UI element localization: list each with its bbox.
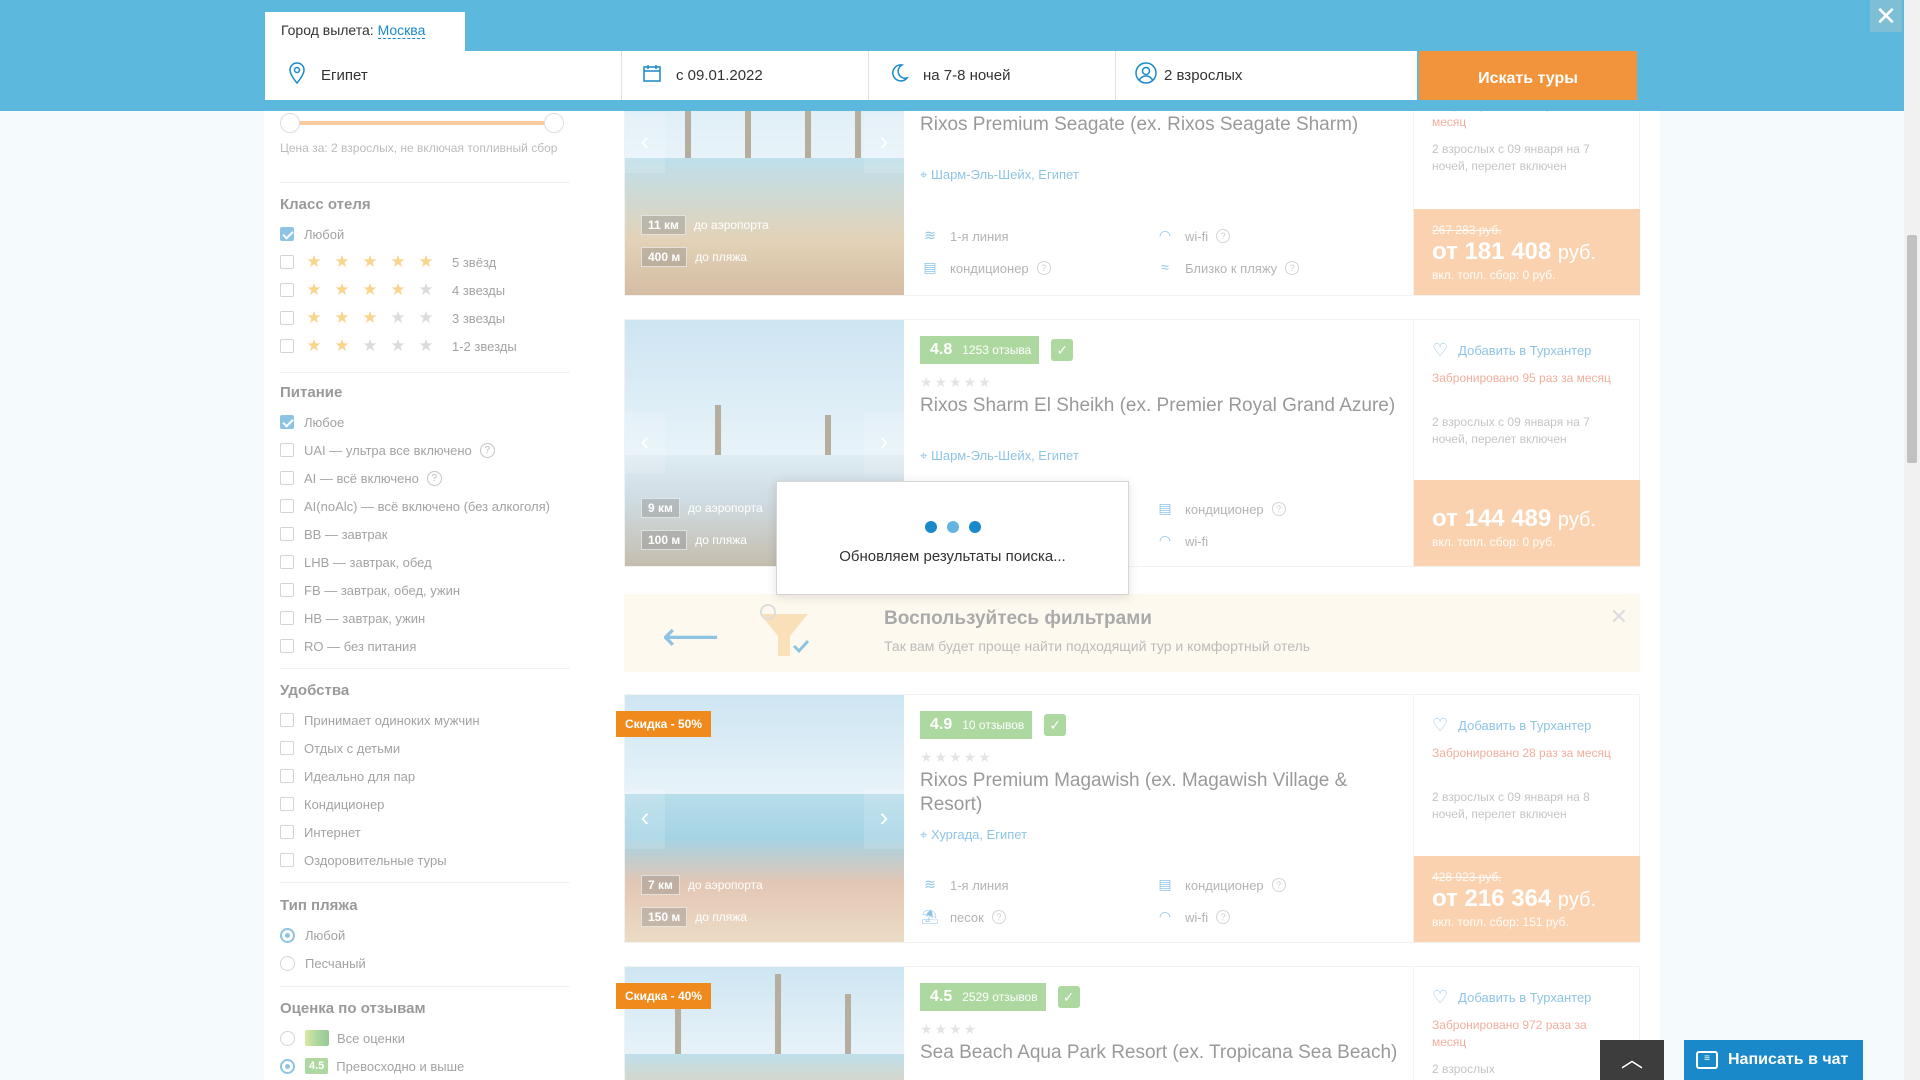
chevron-up-icon: ︿: [1620, 1047, 1643, 1072]
date-field[interactable]: с 09.01.2022: [622, 51, 869, 100]
user-icon: [1132, 62, 1160, 89]
calendar-icon: [638, 63, 666, 88]
scroll-to-top-button[interactable]: ︿: [1600, 1040, 1664, 1080]
search-fields: Египет с 09.01.2022 на 7-8 ночей 2 взрос…: [265, 51, 1417, 100]
search-tours-button[interactable]: Искать туры: [1419, 51, 1637, 100]
close-icon[interactable]: ✕: [1870, 0, 1902, 32]
page-scrollbar[interactable]: [1904, 0, 1920, 1080]
loading-spinner-icon: [777, 520, 1128, 538]
chat-icon: ≡: [1696, 1051, 1718, 1069]
discount-badge: Скидка - 50%: [616, 711, 712, 737]
scrollbar-thumb[interactable]: [1907, 235, 1917, 463]
nights-field[interactable]: на 7-8 ночей: [869, 51, 1116, 100]
date-value: с 09.01.2022: [676, 67, 763, 84]
chat-label: Написать в чат: [1728, 1051, 1849, 1068]
city-label: Город вылета:: [281, 22, 374, 38]
chat-button[interactable]: ≡ Написать в чат: [1684, 1040, 1863, 1080]
location-pin-icon: [283, 62, 311, 89]
discount-badge: Скидка - 40%: [616, 983, 712, 1009]
departure-city[interactable]: Город вылета: Москва: [265, 12, 465, 52]
tourists-value: 2 взрослых: [1164, 67, 1243, 84]
loading-dialog: Обновляем результаты поиска...: [776, 481, 1129, 595]
moon-icon: [885, 63, 913, 88]
loading-message: Обновляем результаты поиска...: [839, 548, 1066, 565]
nights-value: на 7-8 ночей: [923, 67, 1011, 84]
destination-field[interactable]: Египет: [265, 51, 622, 100]
city-link[interactable]: Москва: [377, 22, 426, 39]
search-panel: ка Город вылета: Москва Египет с 09.01.2…: [0, 0, 1920, 111]
tourists-field[interactable]: 2 взрослых: [1116, 51, 1417, 100]
destination-value: Египет: [321, 67, 368, 84]
